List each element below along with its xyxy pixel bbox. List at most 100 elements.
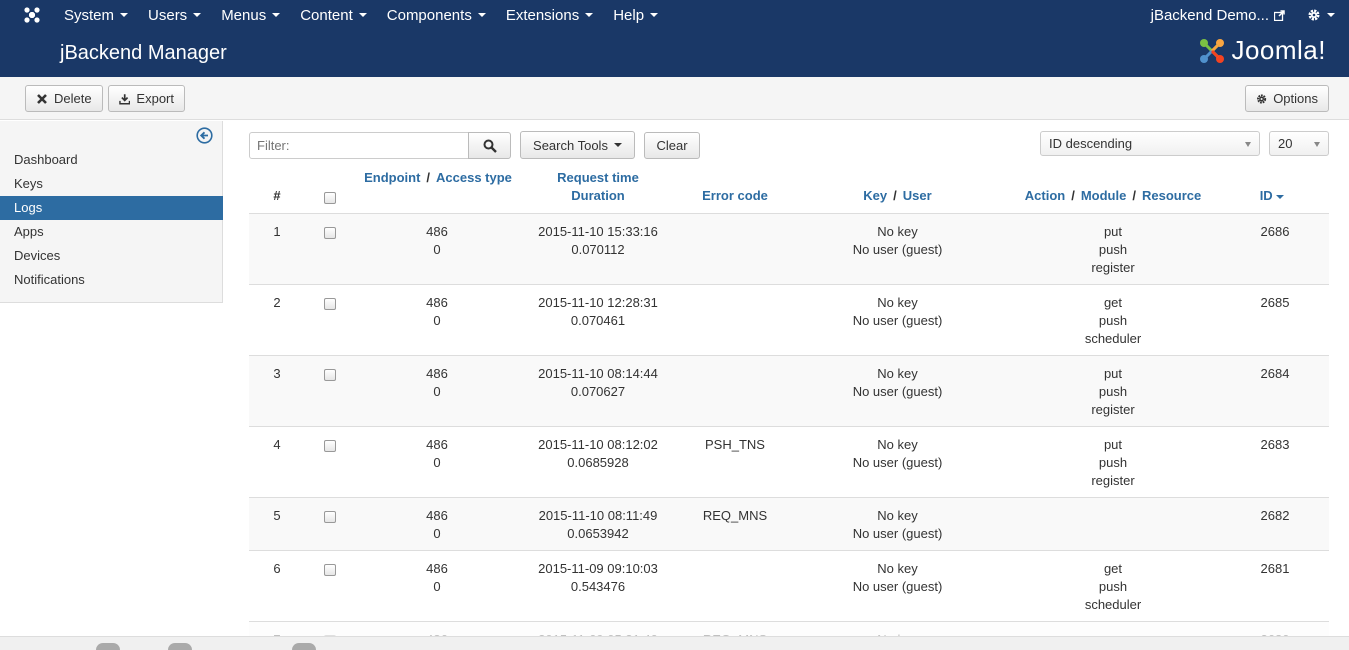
- row-number: 2: [273, 295, 281, 310]
- ordering-select[interactable]: ID descending: [1040, 131, 1260, 156]
- id-cell: 2681: [1260, 561, 1290, 576]
- action-module-cell: put push register: [1091, 224, 1135, 275]
- delete-button[interactable]: Delete: [25, 85, 103, 112]
- download-icon: [119, 93, 131, 104]
- row-checkbox[interactable]: [324, 511, 336, 523]
- sort-duration[interactable]: Duration: [538, 187, 658, 205]
- action-module-cell: put push register: [1091, 366, 1135, 417]
- id-cell: 2684: [1260, 366, 1290, 381]
- menu-menus[interactable]: Menus: [211, 0, 290, 30]
- table-row: 5 486 0 2015-11-10 08:11:49 0.0653942 REQ_…: [249, 498, 1329, 551]
- search-icon: [483, 139, 497, 153]
- menu-help[interactable]: Help: [603, 0, 668, 30]
- request-time-cell: 2015-11-10 12:28:31 0.070461: [538, 295, 658, 328]
- sort-module[interactable]: Module: [1081, 188, 1127, 203]
- id-cell: 2685: [1260, 295, 1290, 310]
- caret-down-icon: [358, 13, 367, 17]
- clear-button[interactable]: Clear: [644, 132, 700, 159]
- id-cell: 2683: [1260, 437, 1290, 452]
- id-cell: 2682: [1260, 508, 1290, 523]
- row-checkbox[interactable]: [324, 564, 336, 576]
- error-code-cell: PSH_TNS: [705, 437, 765, 452]
- page-header: jBackend Manager Joomla!: [0, 30, 1349, 77]
- row-checkbox[interactable]: [324, 369, 336, 381]
- row-checkbox[interactable]: [324, 298, 336, 310]
- sidebar-item-logs[interactable]: Logs: [0, 196, 223, 220]
- sort-action[interactable]: Action: [1025, 188, 1065, 203]
- sidebar-menu: Dashboard Keys Logs Apps Devices Notific…: [0, 148, 223, 292]
- endpoint-cell: 486 0: [426, 508, 448, 541]
- caret-down-icon: [650, 13, 659, 17]
- menu-content[interactable]: Content: [290, 0, 377, 30]
- id-cell: 2686: [1260, 224, 1290, 239]
- sort-resource[interactable]: Resource: [1142, 188, 1201, 203]
- table-row: 2 486 0 2015-11-10 12:28:31 0.070461 No ke…: [249, 285, 1329, 356]
- endpoint-cell: 486 0: [426, 366, 448, 399]
- sidebar-item-keys[interactable]: Keys: [0, 172, 223, 196]
- settings-dropdown[interactable]: [1307, 8, 1335, 22]
- caret-down-icon: [613, 143, 622, 147]
- key-user-cell: No key No user (guest): [852, 508, 943, 541]
- chevron-down-icon: [1314, 142, 1320, 147]
- export-button[interactable]: Export: [108, 85, 185, 112]
- sort-user[interactable]: User: [903, 188, 932, 203]
- endpoint-cell: 486 0: [426, 561, 448, 594]
- sort-endpoint[interactable]: Endpoint: [364, 170, 420, 185]
- main-menu: System Users Menus Content Components Ex…: [54, 0, 668, 30]
- sidebar-item-devices[interactable]: Devices: [0, 244, 223, 268]
- endpoint-cell: 486 0: [426, 437, 448, 470]
- sidebar: Dashboard Keys Logs Apps Devices Notific…: [0, 121, 223, 303]
- page-title: jBackend Manager: [60, 42, 227, 64]
- sort-access-type[interactable]: Access type: [436, 170, 512, 185]
- sort-desc-icon: [1276, 194, 1285, 199]
- brand-name: Joomla!: [1231, 35, 1326, 65]
- sidebar-item-dashboard[interactable]: Dashboard: [0, 148, 223, 172]
- toolbar: Delete Export Options: [0, 77, 1349, 120]
- row-number: 1: [273, 224, 281, 239]
- menu-components[interactable]: Components: [377, 0, 496, 30]
- messages-count-badge: [292, 643, 316, 650]
- sort-id[interactable]: ID: [1248, 187, 1296, 205]
- collapse-sidebar-icon[interactable]: [196, 127, 213, 144]
- header-num: #: [273, 188, 281, 203]
- joomla-icon[interactable]: [22, 5, 42, 25]
- request-time-cell: 2015-11-10 08:12:02 0.0685928: [538, 437, 658, 470]
- request-time-cell: 2015-11-10 15:33:16 0.070112: [538, 224, 658, 257]
- key-user-cell: No key No user (guest): [852, 561, 943, 594]
- header-action-module-resource: Action / Module / Resource: [1024, 188, 1202, 203]
- sidebar-item-apps[interactable]: Apps: [0, 220, 223, 244]
- filter-search-input[interactable]: [249, 132, 469, 159]
- sort-key[interactable]: Key: [863, 188, 887, 203]
- caret-down-icon: [477, 13, 486, 17]
- limit-select[interactable]: 20: [1269, 131, 1329, 156]
- caret-down-icon: [120, 13, 129, 17]
- select-all-checkbox[interactable]: [324, 192, 336, 204]
- menu-extensions[interactable]: Extensions: [496, 0, 603, 30]
- search-button[interactable]: [468, 132, 511, 159]
- key-user-cell: No key No user (guest): [852, 366, 943, 399]
- sort-error-code[interactable]: Error code: [690, 187, 780, 205]
- table-row: 3 486 0 2015-11-10 08:14:44 0.070627 No ke…: [249, 356, 1329, 427]
- caret-down-icon: [1327, 13, 1335, 17]
- key-user-cell: No key No user (guest): [852, 224, 943, 257]
- joomla-brand: Joomla!: [1197, 35, 1326, 66]
- row-checkbox[interactable]: [324, 440, 336, 452]
- gear-icon: [1257, 93, 1267, 104]
- row-checkbox[interactable]: [324, 227, 336, 239]
- sidebar-item-notifications[interactable]: Notifications: [0, 268, 223, 292]
- request-time-cell: 2015-11-10 08:11:49 0.0653942: [538, 508, 658, 541]
- site-preview-link[interactable]: jBackend Demo...: [1151, 7, 1285, 24]
- search-tools-button[interactable]: Search Tools: [520, 131, 635, 159]
- caret-down-icon: [193, 13, 202, 17]
- header-key-user: Key / User: [863, 188, 932, 203]
- table-row: 1 486 0 2015-11-10 15:33:16 0.070112 No ke…: [249, 214, 1329, 285]
- row-number: 4: [273, 437, 281, 452]
- navbar-right: jBackend Demo...: [1151, 0, 1349, 30]
- status-bar: [0, 636, 1349, 650]
- admins-count-badge: [168, 643, 192, 650]
- request-time-cell: 2015-11-09 09:10:03 0.543476: [538, 561, 658, 594]
- menu-users[interactable]: Users: [138, 0, 211, 30]
- menu-system[interactable]: System: [54, 0, 138, 30]
- sort-request-time[interactable]: Request time: [538, 169, 658, 187]
- options-button[interactable]: Options: [1245, 85, 1329, 112]
